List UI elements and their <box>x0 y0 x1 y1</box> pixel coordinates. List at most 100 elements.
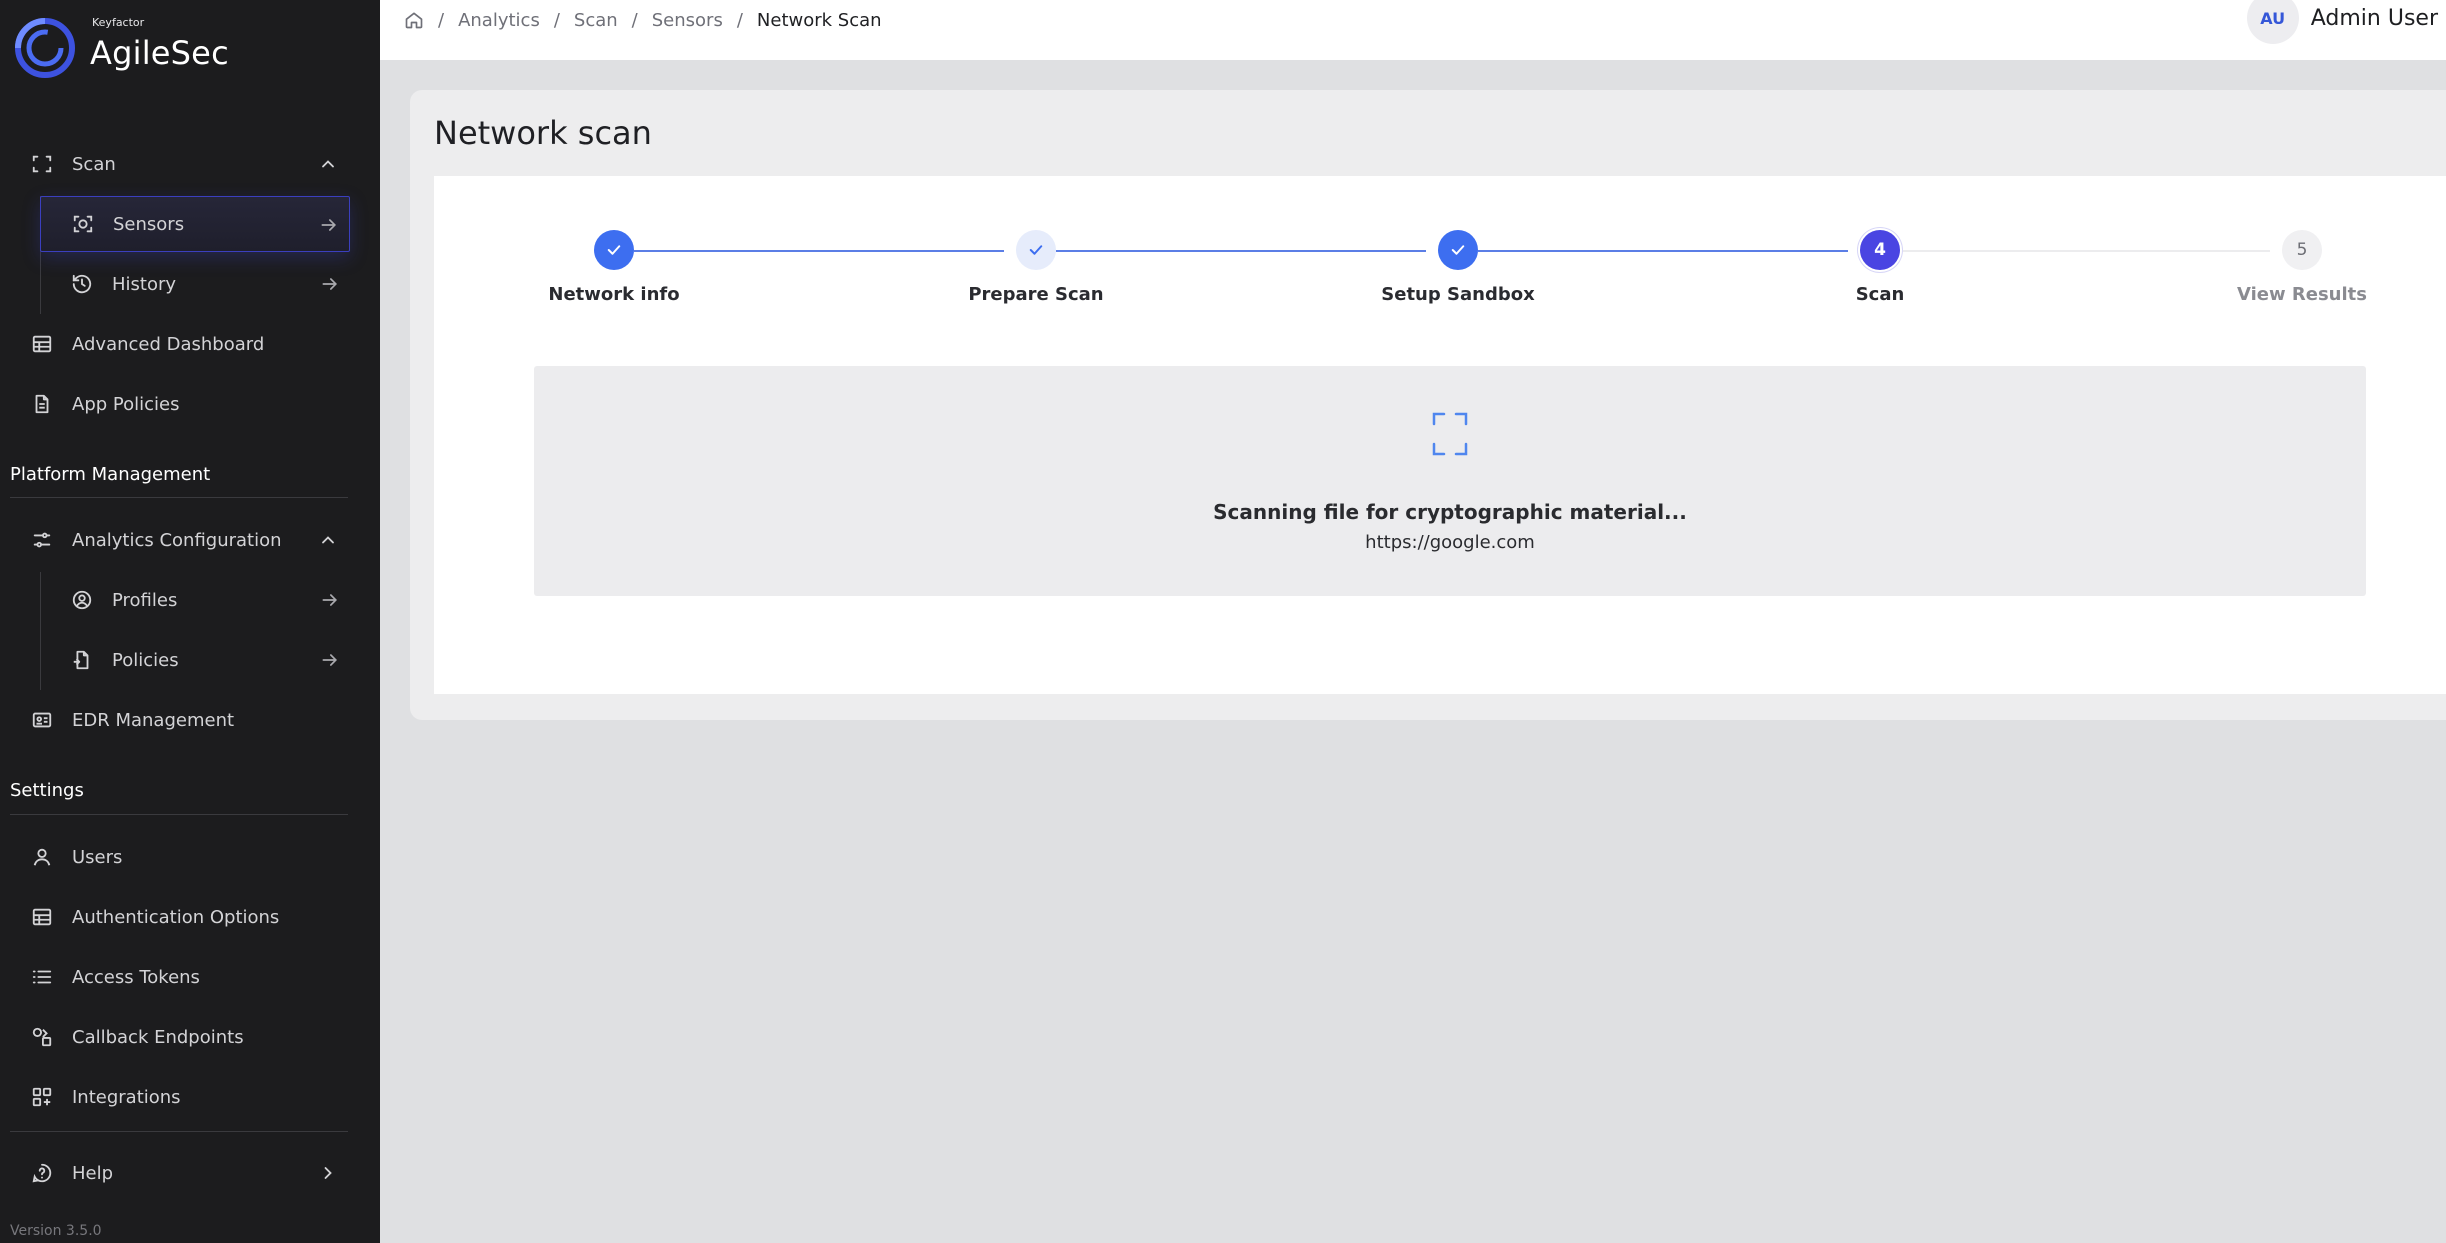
step-number-indicator: 5 <box>2282 230 2322 270</box>
top-bar: / Analytics / Scan / Sensors / Network S… <box>380 0 2446 60</box>
check-icon <box>607 245 621 255</box>
step-label: Prepare Scan <box>968 284 1104 305</box>
list-icon <box>30 965 54 989</box>
section-title-platform-management: Platform Management <box>10 464 211 485</box>
scan-status-title: Scanning file for cryptographic material… <box>1213 500 1687 524</box>
check-icon <box>1029 245 1043 255</box>
sidebar-item-label: Analytics Configuration <box>72 529 282 551</box>
sidebar: Keyfactor AgileSec Scan Sensors History <box>0 0 380 1243</box>
chevron-up-icon[interactable] <box>316 528 340 552</box>
brand-vendor: Keyfactor <box>92 16 145 29</box>
sidebar-item-label: Users <box>72 846 123 868</box>
breadcrumb-separator: / <box>631 9 638 31</box>
step-complete-indicator <box>1016 230 1056 270</box>
sidebar-item-label: Authentication Options <box>72 906 280 928</box>
wizard-card: Network info Prepare Scan Setup Sandbox … <box>434 176 2446 694</box>
breadcrumb-separator: / <box>438 9 445 31</box>
sidebar-item-authentication-options[interactable]: Authentication Options <box>30 889 348 945</box>
sidebar-item-label: Sensors <box>113 213 185 235</box>
sidebar-item-edr-management[interactable]: EDR Management <box>30 692 348 748</box>
sidebar-item-analytics-configuration[interactable]: Analytics Configuration <box>30 512 348 568</box>
sidebar-item-integrations[interactable]: Integrations <box>30 1069 348 1125</box>
sidebar-item-label: App Policies <box>72 393 180 415</box>
sidebar-item-users[interactable]: Users <box>30 829 348 885</box>
arrow-right-icon <box>318 272 342 296</box>
sidebar-item-label: Integrations <box>72 1086 181 1108</box>
sidebar-item-label: History <box>112 273 177 295</box>
arrow-right-icon <box>317 213 341 237</box>
policy-document-icon <box>70 648 94 672</box>
sensor-icon <box>71 212 95 236</box>
sidebar-item-policies[interactable]: Policies <box>40 632 350 688</box>
sidebar-item-scan[interactable]: Scan <box>30 136 348 192</box>
sidebar-item-label: Advanced Dashboard <box>72 333 265 355</box>
user-name[interactable]: Admin User <box>2311 6 2438 31</box>
divider <box>10 814 348 815</box>
brand[interactable]: Keyfactor AgileSec <box>14 16 229 80</box>
sidebar-item-profiles[interactable]: Profiles <box>40 572 350 628</box>
sidebar-item-access-tokens[interactable]: Access Tokens <box>30 949 348 1005</box>
section-title-settings: Settings <box>10 780 84 801</box>
shapes-icon <box>30 1025 54 1049</box>
help-icon <box>30 1161 54 1185</box>
sidebar-item-label: Scan <box>72 153 116 175</box>
sidebar-item-label: Help <box>72 1162 114 1184</box>
sidebar-item-advanced-dashboard[interactable]: Advanced Dashboard <box>30 316 348 372</box>
dashboard-icon <box>30 332 54 356</box>
sidebar-item-label: Policies <box>112 649 179 671</box>
step-number-indicator: 4 <box>1860 230 1900 270</box>
breadcrumb-link-analytics[interactable]: Analytics <box>458 10 540 31</box>
brand-name: AgileSec <box>90 34 229 72</box>
step-label: Setup Sandbox <box>1381 284 1535 305</box>
step-connector <box>634 250 1004 252</box>
history-icon <box>70 272 94 296</box>
scan-target-url: https://google.com <box>1365 532 1535 553</box>
divider <box>10 1131 348 1132</box>
arrow-right-icon <box>318 648 342 672</box>
step-complete-indicator <box>594 230 634 270</box>
breadcrumb-separator: / <box>736 9 743 31</box>
check-icon <box>1451 245 1465 255</box>
sidebar-item-label: Access Tokens <box>72 966 200 988</box>
sliders-icon <box>30 528 54 552</box>
sidebar-item-app-policies[interactable]: App Policies <box>30 376 348 432</box>
arrow-right-icon <box>318 588 342 612</box>
step-complete-indicator <box>1438 230 1478 270</box>
breadcrumb-link-scan[interactable]: Scan <box>574 10 618 31</box>
sidebar-item-history[interactable]: History <box>40 256 350 312</box>
step-connector <box>1478 250 1848 252</box>
version-label: Version 3.5.0 <box>10 1223 102 1239</box>
step-label: Network info <box>548 284 680 305</box>
sidebar-item-label: EDR Management <box>72 709 235 731</box>
sidebar-item-help[interactable]: Help <box>30 1145 348 1201</box>
step-connector <box>1900 250 2270 252</box>
divider <box>10 497 348 498</box>
sidebar-item-sensors[interactable]: Sensors <box>40 196 350 252</box>
sidebar-item-label: Profiles <box>112 589 178 611</box>
id-card-icon <box>30 708 54 732</box>
user-menu[interactable]: AU Admin User <box>2246 0 2446 44</box>
scan-frame-icon <box>1432 412 1468 456</box>
breadcrumb-separator: / <box>553 9 560 31</box>
page-container: Network scan Network info Prepare Scan S… <box>410 90 2446 720</box>
chevron-right-icon[interactable] <box>316 1161 340 1185</box>
sidebar-item-label: Callback Endpoints <box>72 1026 244 1048</box>
profile-icon <box>70 588 94 612</box>
page-title: Network scan <box>434 114 652 152</box>
scan-frame-icon <box>30 152 54 176</box>
breadcrumb-link-sensors[interactable]: Sensors <box>652 10 723 31</box>
user-icon <box>30 845 54 869</box>
step-label: View Results <box>2237 284 2367 305</box>
avatar[interactable]: AU <box>2246 0 2299 44</box>
document-icon <box>30 392 54 416</box>
agilesec-logo-icon <box>15 18 75 78</box>
breadcrumb: / Analytics / Scan / Sensors / Network S… <box>404 6 882 34</box>
step-connector <box>1056 250 1426 252</box>
integrations-icon <box>30 1085 54 1109</box>
breadcrumb-current: Network Scan <box>756 9 882 31</box>
chevron-up-icon[interactable] <box>316 152 340 176</box>
step-label: Scan <box>1855 284 1905 305</box>
scan-status-panel: Scanning file for cryptographic material… <box>534 366 2366 596</box>
sidebar-item-callback-endpoints[interactable]: Callback Endpoints <box>30 1009 348 1065</box>
home-icon[interactable] <box>404 10 424 30</box>
